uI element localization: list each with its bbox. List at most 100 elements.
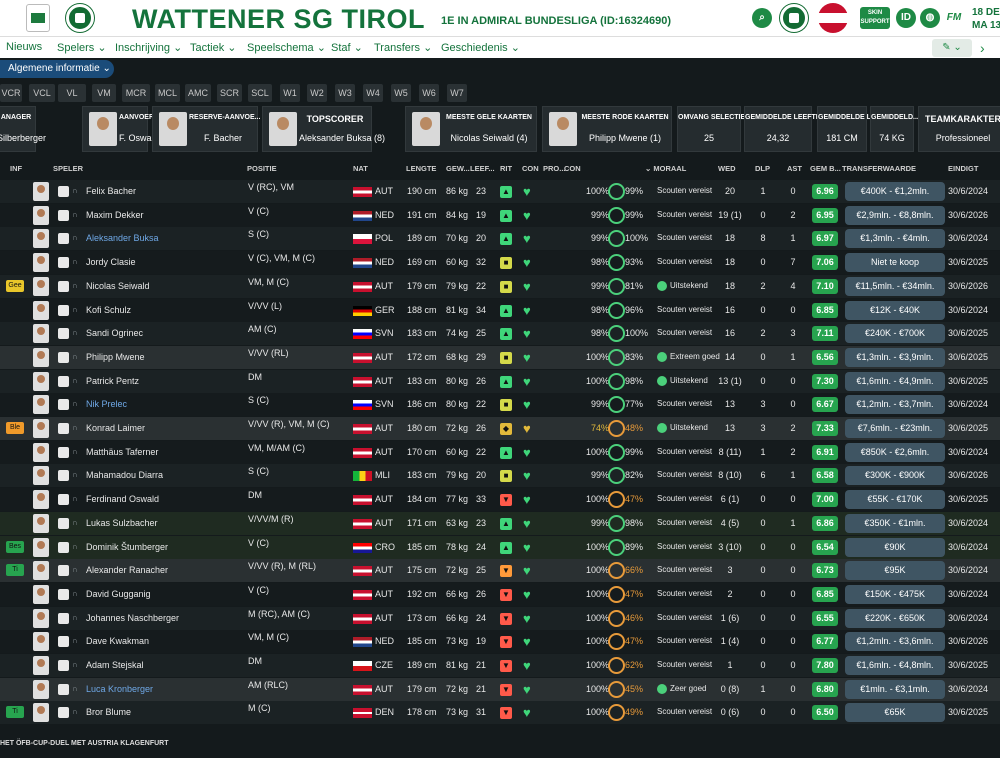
top-scorer-card[interactable]: TOPSCORER Aleksander Buksa (8) [262,106,385,152]
transfer-value-button[interactable]: €220K - €650K [845,608,945,628]
nav-transfers[interactable]: Transfers ⌄ [374,41,432,54]
col-eindigt[interactable]: EINDIGT [948,164,978,173]
nav-geschiedenis[interactable]: Geschiedenis ⌄ [441,41,520,54]
tab-mcl[interactable]: MCL [155,84,180,102]
transfer-value-button[interactable]: €1,3mln. - €3,9mln. [845,347,945,367]
col-inf[interactable]: INF [10,164,22,173]
table-row[interactable]: ∩ Luca Kronberger AM (RLC) AUT 179 cm 72 kg 21… [0,677,1000,701]
player-name[interactable]: Dominik Štumberger [86,542,168,552]
transfer-value-button[interactable]: Niet te koop [845,253,945,273]
player-name[interactable]: Adam Stejskal [86,660,144,670]
player-name[interactable]: Philipp Mwene [86,352,145,362]
table-row[interactable]: ∩ Ferdinand Oswald DM AUT 184 cm 77 kg 33 ▼ ♥ 100… [0,488,1000,512]
player-name[interactable]: David Gugganig [86,589,151,599]
club-crest-small-icon[interactable] [780,4,808,32]
col-transferwaarde[interactable]: TRANSFERWAARDE [842,164,916,173]
player-photo[interactable] [33,513,49,533]
transfer-value-button[interactable]: €1,2mln. - €3,7mln. [845,395,945,415]
col-con-2[interactable]: CON [564,164,581,173]
table-row[interactable]: ∩ Nik Prelec S (C) SVN 186 cm 80 kg 22 ■ ♥ 99% 77%… [0,393,1000,417]
most-red-card[interactable]: MEESTE RODE KAARTEN Philipp Mwene (1) [542,106,672,152]
table-row[interactable]: Gee ∩ Nicolas Seiwald VM, M (C) AUT 179 cm 79 … [0,274,1000,298]
transfer-value-button[interactable]: €65K [845,703,945,723]
transfer-value-button[interactable]: €12K - €40K [845,300,945,320]
nav-staf[interactable]: Staf ⌄ [331,41,363,54]
player-photo[interactable] [33,371,49,391]
player-name[interactable]: Dave Kwakman [86,636,149,646]
table-row[interactable]: ∩ Jordy Clasie V (C), VM, M (C) NED 169 cm 60… [0,251,1000,275]
player-photo[interactable] [33,632,49,652]
player-photo[interactable] [33,561,49,581]
globe-icon[interactable]: ◍ [920,8,940,28]
player-photo[interactable] [33,442,49,462]
transfer-value-button[interactable]: €1mln. - €3,1mln. [845,679,945,699]
col-dlp[interactable]: DLP [755,164,770,173]
player-name[interactable]: Nicolas Seiwald [86,281,150,291]
player-name[interactable]: Aleksander Buksa [86,233,159,243]
col-speler[interactable]: SPELER [53,164,83,173]
tab-amc[interactable]: AMC [185,84,211,102]
transfer-value-button[interactable]: €90K [845,537,945,557]
tab-vcr[interactable]: VCR [0,84,22,102]
tab-w3[interactable]: W3 [335,84,355,102]
table-row[interactable]: Bes ∩ Dominik Štumberger V (C) CRO 185 cm 78 k… [0,535,1000,559]
transfer-value-button[interactable]: €2,9mln. - €8,8mln. [845,205,945,225]
col-pro[interactable]: PRO... [543,164,566,173]
table-row[interactable]: Ti ∩ Alexander Ranacher V/VV (R), M (RL) AUT… [0,559,1000,583]
average-height-card[interactable]: GEMIDDELDE LE... 181 CM [817,106,881,152]
player-name[interactable]: Ferdinand Oswald [86,494,159,504]
player-photo[interactable] [33,229,49,249]
transfer-value-button[interactable]: €55K - €170K [845,490,945,510]
tab-w4[interactable]: W4 [363,84,383,102]
id-button[interactable]: ID [896,8,916,28]
player-photo[interactable] [33,182,49,201]
tab-w5[interactable]: W5 [391,84,411,102]
player-name[interactable]: Lukas Sulzbacher [86,518,158,528]
player-name[interactable]: Kofi Schulz [86,305,131,315]
average-weight-card[interactable]: GEMIDDELD... 74 KG [870,106,919,152]
nav-inschrijving[interactable]: Inschrijving ⌄ [115,41,182,54]
player-name[interactable]: Bror Blume [86,707,131,717]
team-character-card[interactable]: TEAMKARAKTER Professioneel [918,106,1000,152]
vice-captain-card[interactable]: RESERVE-AANVOE... F. Bacher [152,106,260,152]
tab-scl[interactable]: SCL [248,84,272,102]
player-name[interactable]: Matthäus Taferner [86,447,158,457]
player-photo[interactable] [33,419,49,438]
table-row[interactable]: ∩ Felix Bacher V (RC), VM AUT 190 cm 86 kg 23 ▲… [0,180,1000,203]
tab-w6[interactable]: W6 [419,84,439,102]
player-photo[interactable] [33,253,49,273]
transfer-value-button[interactable]: €1,3mln. - €4mln. [845,229,945,249]
fm-logo-icon[interactable]: FM [944,8,964,28]
col-con[interactable]: CON [522,164,539,173]
table-row[interactable]: ∩ David Gugganig V (C) AUT 192 cm 66 kg 26 ▼ ♥ 10… [0,582,1000,606]
club-kit-icon[interactable] [26,4,50,32]
col-lengte[interactable]: LENGTE [406,164,436,173]
player-photo[interactable] [33,466,49,486]
player-photo[interactable] [33,656,49,675]
edit-view-button[interactable]: ✎ ⌄ [932,39,972,57]
table-row[interactable]: ∩ Philipp Mwene V/VV (RL) AUT 172 cm 68 kg 29 ■… [0,345,1000,369]
transfer-value-button[interactable]: €11,5mln. - €34mln. [845,276,945,296]
table-row[interactable]: ∩ Sandi Ogrinec AM (C) SVN 183 cm 74 kg 25 ▲ ♥ 98… [0,322,1000,346]
player-photo[interactable] [33,347,49,367]
col-wed[interactable]: WED [718,164,736,173]
table-row[interactable]: ∩ Lukas Sulzbacher V/VV/M (R) AUT 171 cm 63 k… [0,511,1000,535]
transfer-value-button[interactable]: €95K [845,561,945,581]
player-photo[interactable] [33,584,49,604]
col-gem-beoordeling[interactable]: GEM B... [810,164,841,173]
col-nat[interactable]: NAT [353,164,368,173]
captain-card[interactable]: AANVOERDER F. Oswald [82,106,169,152]
col-ast[interactable]: AST [787,164,802,173]
table-row[interactable]: ∩ Maxim Dekker V (C) NED 191 cm 84 kg 19 ▲ ♥ 99% 9… [0,203,1000,227]
tab-vl[interactable]: VL [58,84,86,102]
player-photo[interactable] [33,395,49,415]
player-name[interactable]: Patrick Pentz [86,376,139,386]
table-row[interactable]: ∩ Mahamadou Diarra S (C) MLI 183 cm 79 kg 20 ■ ♥… [0,464,1000,488]
transfer-value-button[interactable]: €240K - €700K [845,324,945,344]
tab-w2[interactable]: W2 [307,84,327,102]
col-leeftijd[interactable]: LEEF... [470,164,495,173]
squad-size-card[interactable]: OMVANG SELECTIE 25 [677,106,745,152]
search-icon[interactable]: ⌕ [752,8,772,28]
transfer-value-button[interactable]: €400K - €1,2mln. [845,182,945,201]
player-name[interactable]: Luca Kronberger [86,684,153,694]
